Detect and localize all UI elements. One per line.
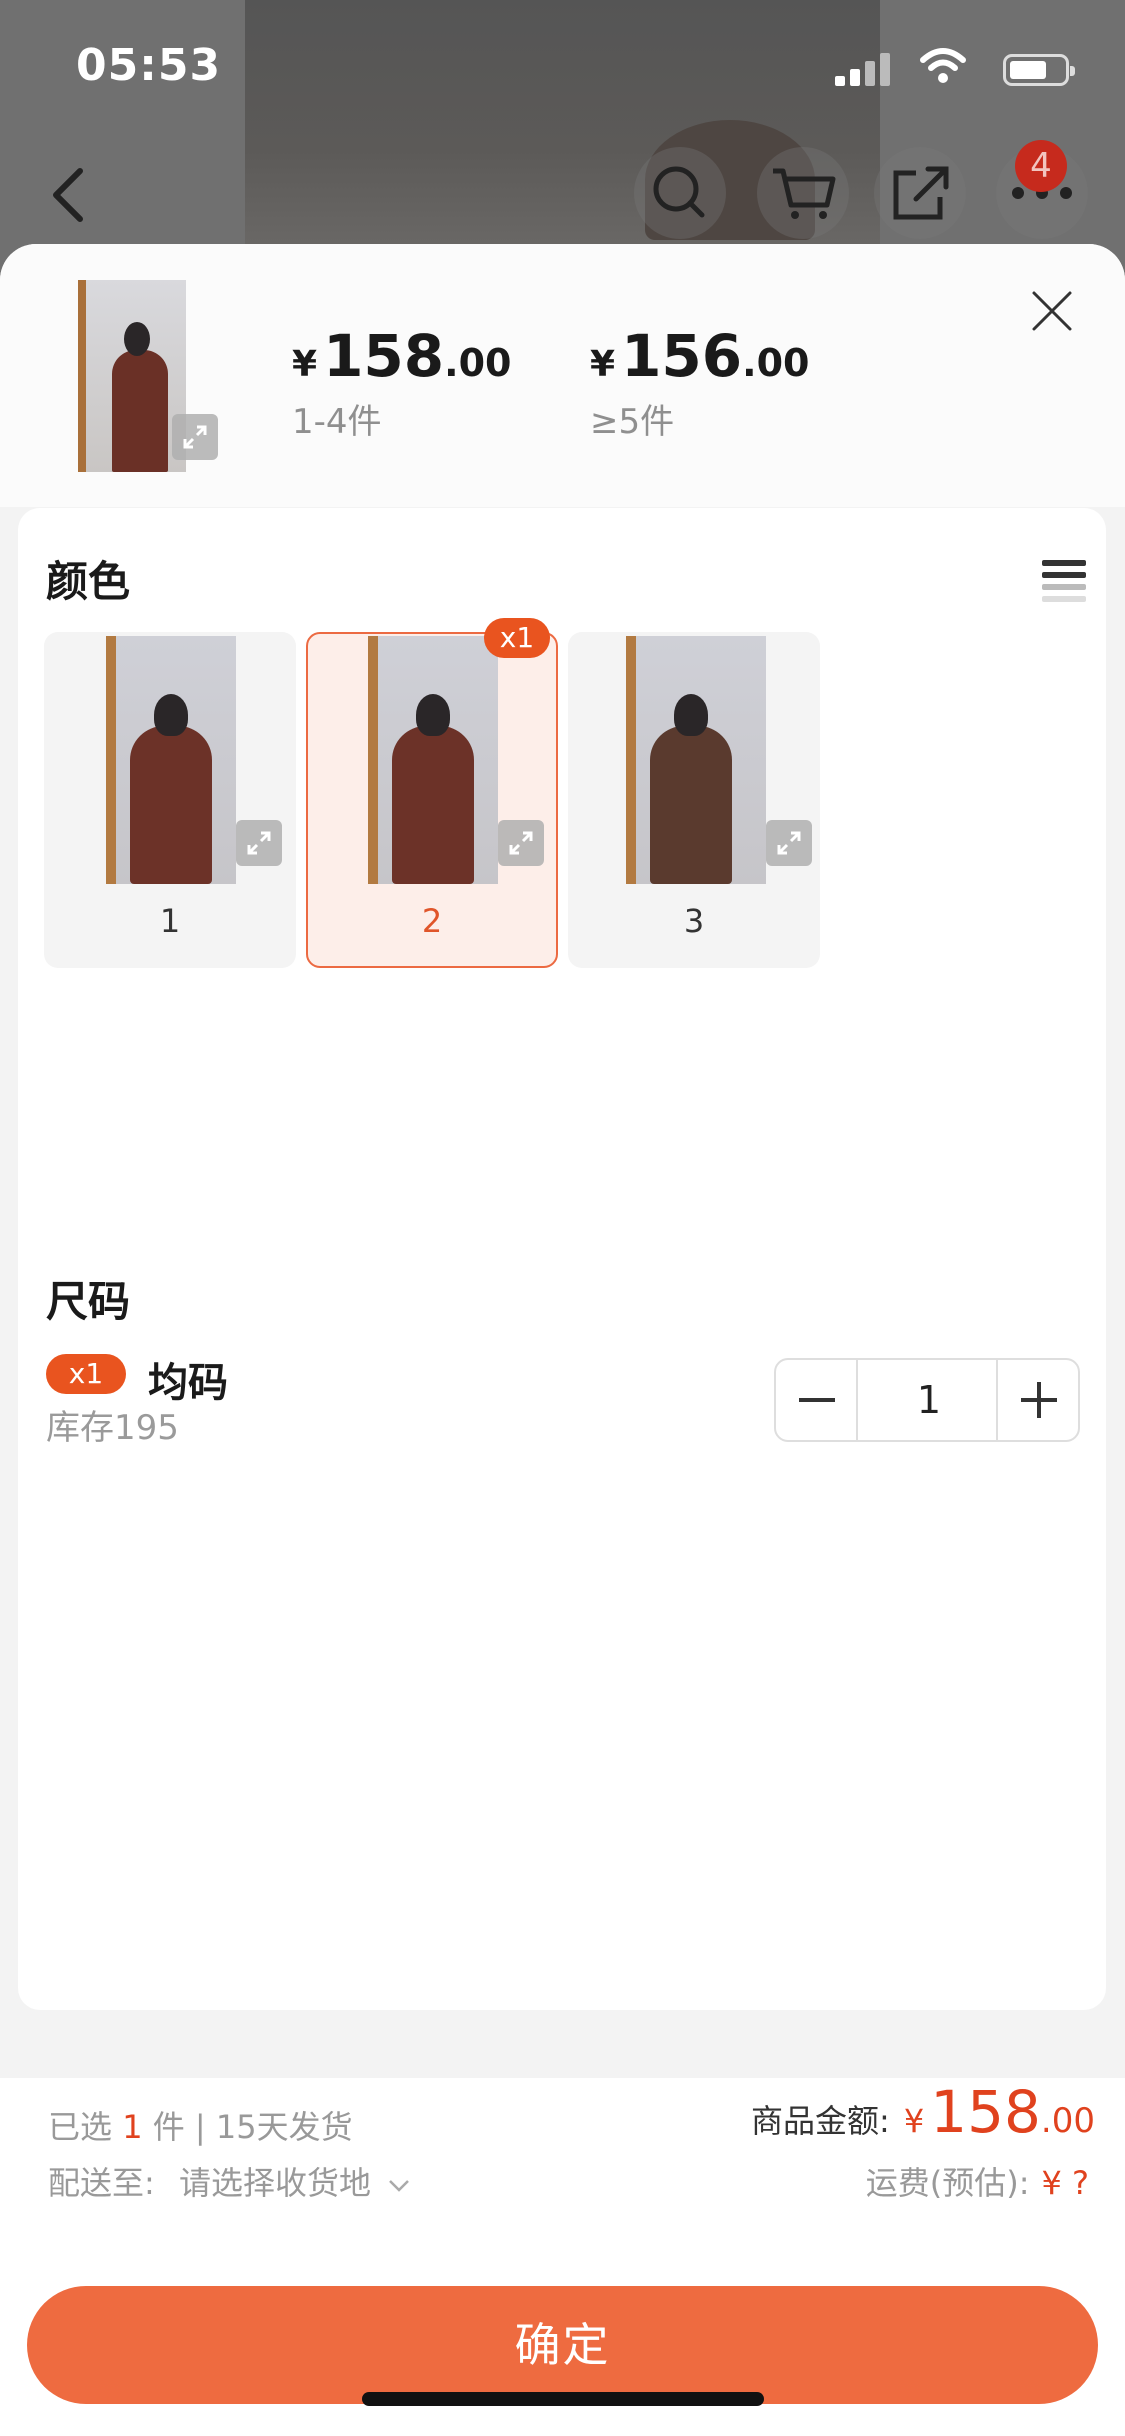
quantity-stepper: 1: [774, 1358, 1080, 1442]
color-option-2[interactable]: 2: [306, 632, 558, 968]
amount-row: 商品金额: ¥158.00: [751, 2078, 1095, 2146]
color-option-1[interactable]: 1: [44, 632, 296, 968]
cart-icon[interactable]: [755, 145, 851, 241]
stock-text: 库存195: [46, 1408, 179, 1448]
selected-summary: 已选 1 件 | 15天发货: [48, 2102, 353, 2148]
selected-prefix: 已选: [48, 2108, 113, 2146]
product-page: 05:53 4 ¥ 158.00 1-4件 ¥ 156.00 ≥5件 颜色 1 …: [0, 0, 1125, 2436]
sheet-header: ¥158.00 1-4件 ¥156.00 ≥5件: [0, 244, 1125, 507]
product-thumbnail[interactable]: [78, 280, 186, 472]
color-option-image: [626, 636, 766, 884]
currency-symbol: ¥: [292, 344, 318, 385]
color-option-label: 2: [421, 902, 443, 940]
price-tier-range: ≥5件: [590, 402, 675, 442]
shipping-label: 运费(预估):: [865, 2164, 1030, 2202]
size-section-title: 尺码: [46, 1277, 131, 1326]
list-view-icon[interactable]: [1042, 558, 1086, 602]
decrease-button[interactable]: [776, 1360, 858, 1440]
color-count-badge: x1: [484, 618, 550, 658]
ship-to-row[interactable]: 配送至: 请选择收货地: [48, 2158, 411, 2204]
color-option-image: [106, 636, 236, 884]
ship-to-value[interactable]: 请选择收货地: [179, 2164, 371, 2202]
share-icon[interactable]: [872, 145, 968, 241]
price-decimal: .00: [742, 341, 810, 385]
options-card: 颜色 1 2 x1 3 尺码 x1 均码 库存195 1: [18, 508, 1106, 2010]
expand-icon[interactable]: [236, 820, 282, 866]
confirm-button[interactable]: 确定: [27, 2286, 1098, 2404]
price-tier-1: ¥158.00 1-4件: [292, 322, 511, 443]
color-option-label: 3: [683, 902, 705, 940]
chevron-down-icon: [389, 2180, 410, 2192]
battery-icon: [1003, 54, 1075, 86]
shipping-row: 运费(预估): ¥ ?: [866, 2158, 1089, 2204]
message-count-badge: 4: [1015, 140, 1067, 192]
expand-icon[interactable]: [498, 820, 544, 866]
amount-integer: 158: [930, 2078, 1041, 2146]
price-tier-2: ¥156.00 ≥5件: [590, 322, 809, 443]
status-bar: 05:53: [0, 0, 1125, 140]
search-icon[interactable]: [632, 145, 728, 241]
color-section-title: 颜色: [46, 557, 131, 606]
selected-count: 1: [122, 2108, 143, 2146]
increase-button[interactable]: [996, 1360, 1078, 1440]
ship-to-label: 配送至:: [48, 2164, 155, 2202]
color-option-label: 1: [159, 902, 181, 940]
sku-selector-sheet: ¥158.00 1-4件 ¥156.00 ≥5件 颜色 1 2 x1 3 尺码 …: [0, 244, 1125, 2436]
amount-decimal: .00: [1040, 2101, 1095, 2141]
quantity-value[interactable]: 1: [858, 1360, 1000, 1440]
currency-symbol: ¥: [590, 344, 616, 385]
color-option-image: [368, 636, 498, 884]
home-indicator: [362, 2392, 764, 2406]
selected-suffix: 件 | 15天发货: [152, 2108, 353, 2146]
amount-label: 商品金额:: [751, 2102, 890, 2140]
color-option-3[interactable]: 3: [568, 632, 820, 968]
back-icon[interactable]: [40, 159, 100, 229]
price-integer: 158: [323, 322, 445, 390]
nav-bar: [0, 145, 1125, 245]
expand-icon[interactable]: [766, 820, 812, 866]
shipping-value: ¥ ?: [1041, 2164, 1089, 2202]
amount-currency: ¥: [903, 2102, 925, 2140]
wifi-icon: [920, 48, 966, 83]
status-time: 05:53: [76, 40, 222, 91]
price-tier-range: 1-4件: [292, 402, 382, 442]
price-integer: 156: [621, 322, 743, 390]
price-decimal: .00: [444, 341, 512, 385]
expand-icon[interactable]: [172, 414, 218, 460]
signal-icon: [835, 50, 895, 86]
size-count-badge: x1: [46, 1354, 126, 1394]
close-icon[interactable]: [1030, 289, 1074, 333]
